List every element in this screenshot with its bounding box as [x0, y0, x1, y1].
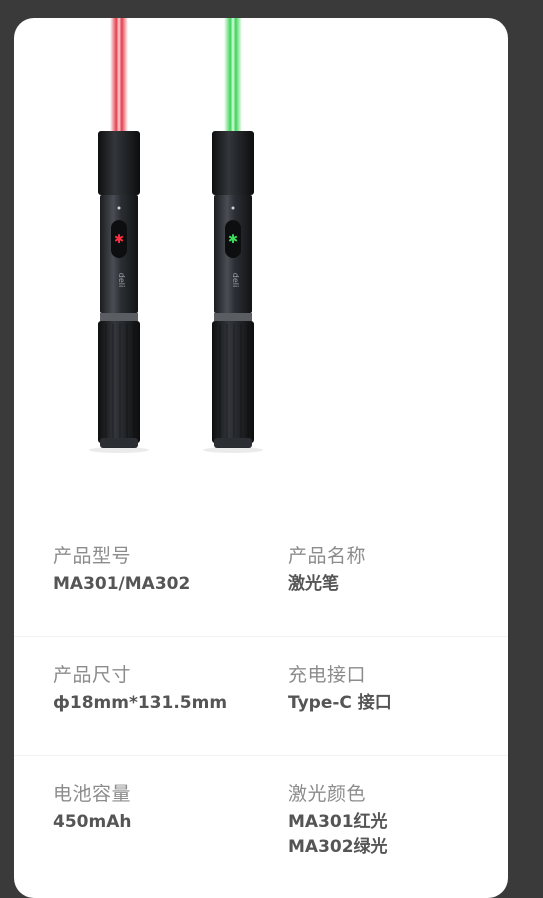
spec-value: Type-C 接口 [288, 693, 392, 713]
spec-value: 450mAh [53, 812, 132, 832]
product-image: ✱ deli ✱ deli [89, 18, 263, 453]
spec-label: 产品尺寸 [53, 664, 132, 686]
spec-product-name: 产品名称 激光笔 [288, 544, 488, 597]
spec-laser-color: 激光颜色 MA301红光 MA302绿光 [288, 782, 488, 860]
green-laser-beam [224, 18, 242, 136]
product-card: ✱ deli ✱ deli 产品型号 MA301/MA302 产品名称 激光笔 … [14, 18, 508, 898]
svg-text:✱: ✱ [114, 232, 124, 246]
spec-row: 电池容量 450mAh 激光颜色 MA301红光 MA302绿光 [14, 756, 508, 874]
svg-text:deli: deli [117, 273, 126, 287]
green-laser-pointer: ✱ deli [203, 18, 263, 453]
spec-table: 产品型号 MA301/MA302 产品名称 激光笔 产品尺寸 ф18mm*131… [14, 518, 508, 874]
spec-label: 产品名称 [288, 545, 367, 567]
svg-text:✱: ✱ [228, 232, 238, 246]
spec-label: 充电接口 [288, 664, 367, 686]
spec-size: 产品尺寸 ф18mm*131.5mm [53, 663, 253, 716]
spec-value: 激光笔 [288, 574, 339, 594]
spec-value: ф18mm*131.5mm [53, 693, 228, 713]
spec-battery: 电池容量 450mAh [53, 782, 253, 835]
svg-text:deli: deli [231, 273, 240, 287]
spec-row: 产品型号 MA301/MA302 产品名称 激光笔 [14, 518, 508, 637]
spec-label: 产品型号 [53, 545, 132, 567]
spec-label: 激光颜色 [288, 783, 367, 805]
spec-charging-port: 充电接口 Type-C 接口 [288, 663, 488, 716]
spec-value: MA301/MA302 [53, 574, 191, 594]
spec-label: 电池容量 [53, 783, 132, 805]
spec-row: 产品尺寸 ф18mm*131.5mm 充电接口 Type-C 接口 [14, 637, 508, 756]
spec-value: MA301红光 MA302绿光 [288, 812, 388, 857]
red-laser-beam [110, 18, 128, 136]
red-laser-pointer: ✱ deli [89, 18, 149, 453]
spec-model: 产品型号 MA301/MA302 [53, 544, 253, 597]
